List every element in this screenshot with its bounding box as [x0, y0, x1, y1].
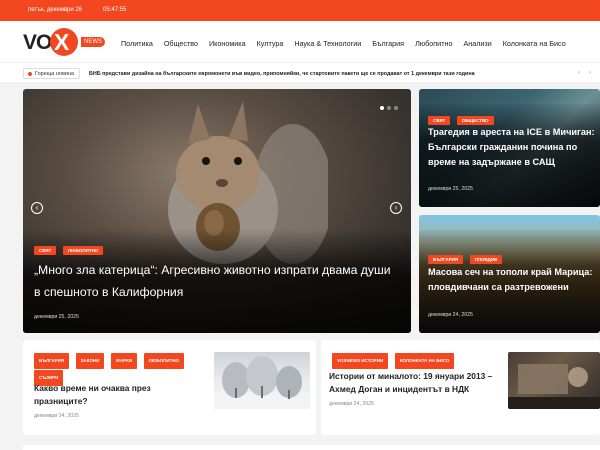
site-logo[interactable]: VO X NEWS [23, 27, 113, 57]
category-tag[interactable]: ЗАКОНИ [75, 353, 105, 369]
category-tag[interactable]: VOXNEWS ИСТОРИИ [332, 353, 389, 369]
card-date: декември 24, 2025 [34, 413, 79, 419]
nav-item-bulgaria[interactable]: България [372, 39, 404, 48]
category-tag[interactable]: СВЯТ [34, 246, 57, 255]
side-title[interactable]: Масова сеч на тополи край Марица: пловди… [428, 265, 598, 295]
category-tag[interactable]: ЛЮБОПИТНО [143, 353, 185, 369]
breaking-news-headline[interactable]: БНБ представи дизайна на българските евр… [89, 71, 475, 77]
site-header: VO X NEWS Политика Общество Икономика Ку… [0, 21, 600, 62]
side-date: декември 24, 2025 [428, 312, 473, 318]
category-tag[interactable]: СВЯТ [428, 116, 451, 125]
card-categories: БЪЛГАРИЯ ЗАКОНИ ЖАРКИ ЛЮБОПИТНО СЪЗИРИ [34, 352, 204, 386]
carousel-prev-arrow[interactable]: ‹ [31, 202, 43, 214]
nav-item-column[interactable]: Колонката на Бисо [503, 39, 566, 48]
breaking-news-ticker: Гореща новина БНБ представи дизайна на б… [0, 62, 600, 82]
next-section-edge [23, 445, 600, 450]
ticker-prev-icon[interactable]: ‹ [578, 70, 580, 76]
card-date: декември 24, 2025 [329, 401, 374, 407]
carousel-dots[interactable] [380, 97, 401, 115]
nav-item-politics[interactable]: Политика [121, 39, 153, 48]
article-card-1[interactable]: БЪЛГАРИЯ ЗАКОНИ ЖАРКИ ЛЮБОПИТНО СЪЗИРИ К… [23, 340, 316, 435]
article-card-2[interactable]: VOXNEWS ИСТОРИИ КОЛОНКАТА НА БИСО Истори… [321, 340, 600, 435]
side-date: декември 25, 2025 [428, 186, 473, 192]
category-tag[interactable]: ОБЩЕСТВО [456, 116, 494, 125]
carousel-next-arrow[interactable]: › [390, 202, 402, 214]
hero-date: декември 25, 2025 [34, 314, 79, 320]
main-nav: Политика Общество Икономика Култура Наук… [121, 39, 577, 48]
nav-item-economy[interactable]: Икономика [209, 39, 246, 48]
nav-item-science[interactable]: Наука & Технологии [294, 39, 361, 48]
side-title[interactable]: Трагедия в ареста на ICE в Мичиган: Бълг… [428, 125, 598, 170]
card-title[interactable]: Какво време ни очаква през празниците? [34, 382, 199, 407]
category-tag[interactable]: ЖАРКИ [110, 353, 138, 369]
category-tag[interactable]: БЪЛГАРИЯ [34, 353, 70, 369]
card-thumbnail[interactable] [214, 352, 310, 409]
top-bar: петък, декември 26 05:47:55 [0, 0, 600, 21]
card-title[interactable]: Истории от миналото: 19 януари 2013 – Ах… [329, 370, 501, 395]
ticker-next-icon[interactable]: › [589, 70, 591, 76]
card-thumbnail[interactable] [508, 352, 600, 409]
hero-article[interactable]: ‹ › СВЯТ ЛЮБОПИТНО „Много зла катерица“:… [23, 89, 411, 333]
side-article-1[interactable]: СВЯТ ОБЩЕСТВО Трагедия в ареста на ICE в… [419, 89, 600, 207]
category-tag[interactable]: КОЛОНКАТА НА БИСО [394, 353, 455, 369]
current-time: 05:47:55 [103, 7, 127, 13]
side-article-2[interactable]: БЪЛГАРИЯ ПЛОВДИВ Масова сеч на тополи кр… [419, 215, 600, 333]
breaking-news-label: Гореща новина [23, 68, 81, 79]
nav-item-culture[interactable]: Култура [257, 39, 284, 48]
current-date: петък, декември 26 [28, 7, 83, 13]
logo-text-news: NEWS [81, 37, 105, 47]
side-categories: БЪЛГАРИЯ ПЛОВДИВ [428, 248, 504, 266]
hero-categories: СВЯТ ЛЮБОПИТНО [34, 239, 105, 257]
category-tag[interactable]: ЛЮБОПИТНО [62, 246, 104, 255]
logo-text-x: X [54, 29, 70, 55]
nav-item-society[interactable]: Общество [164, 39, 198, 48]
card-categories: VOXNEWS ИСТОРИИ КОЛОНКАТА НА БИСО [332, 352, 502, 369]
logo-text-vo: VO [23, 31, 52, 54]
category-tag[interactable]: БЪЛГАРИЯ [428, 255, 464, 264]
snowy-trees-image [214, 356, 310, 409]
nav-item-curious[interactable]: Любопитно [415, 39, 452, 48]
category-tag[interactable]: ПЛОВДИВ [469, 255, 503, 264]
hero-title[interactable]: „Много зла катерица“: Агресивно животно … [34, 259, 394, 303]
historic-photo-image [508, 364, 600, 409]
nav-item-analysis[interactable]: Анализи [463, 39, 491, 48]
